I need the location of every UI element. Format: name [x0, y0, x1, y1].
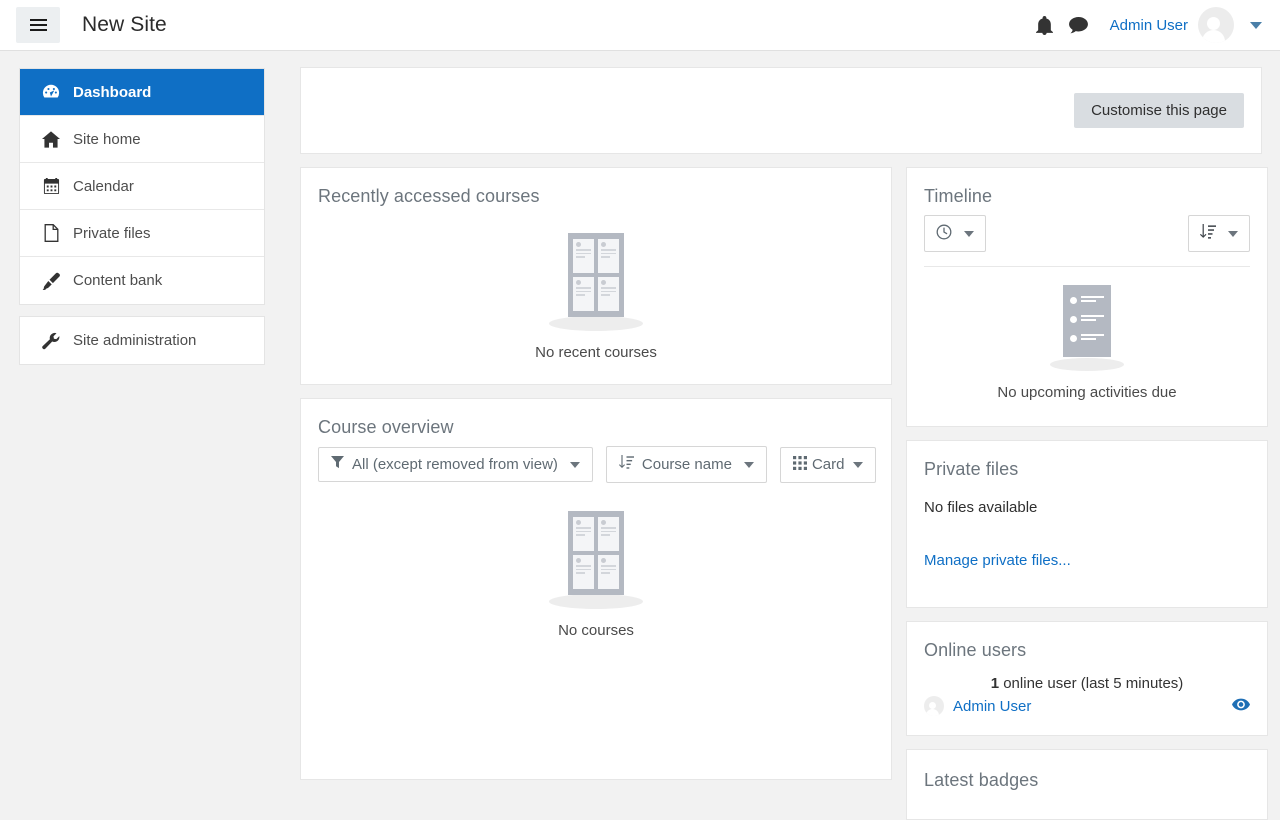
course-overview-empty-state: No courses — [318, 483, 874, 653]
timeline-date-filter-dropdown[interactable] — [924, 215, 986, 252]
timeline-empty-state: No upcoming activities due — [924, 267, 1250, 415]
site-title: New Site — [82, 13, 167, 37]
tachometer-icon — [40, 83, 62, 101]
online-users-card: Online users 1 online user (last 5 minut… — [906, 621, 1268, 736]
course-overview-toolbar: All (except removed from view) Course — [318, 446, 874, 483]
paint-brush-icon — [40, 272, 62, 290]
customise-this-page-button[interactable]: Customise this page — [1074, 93, 1244, 128]
right-column: Timeline — [906, 167, 1268, 800]
course-overview-empty-text: No courses — [558, 622, 634, 639]
online-users-count-text: online user (last 5 minutes) — [999, 675, 1183, 692]
sidebar-group-admin: Site administration — [19, 316, 265, 365]
sidebar-item-private-files[interactable]: Private files — [20, 210, 264, 257]
course-display-dropdown[interactable]: Card — [780, 447, 877, 483]
clock-icon — [936, 224, 952, 243]
course-display-label: Card — [812, 456, 845, 473]
timeline-title: Timeline — [924, 186, 1250, 207]
message-bubble-icon[interactable] — [1062, 8, 1096, 42]
course-overview-card: Course overview All (except removed from… — [300, 398, 892, 780]
course-filter-label: All (except removed from view) — [352, 456, 558, 473]
timeline-sort-dropdown[interactable] — [1188, 215, 1250, 252]
sidebar-item-label: Site administration — [73, 332, 196, 349]
main-content: Customise this page Recently accessed co… — [284, 51, 1280, 800]
sidebar-item-label: Content bank — [73, 272, 162, 289]
timeline-card: Timeline — [906, 167, 1268, 427]
private-files-title: Private files — [924, 459, 1250, 480]
manage-private-files-row: Manage private files... — [924, 552, 1250, 569]
online-users-count-number: 1 — [991, 675, 999, 692]
avatar — [924, 696, 944, 716]
latest-badges-title: Latest badges — [924, 770, 1250, 791]
chevron-down-icon — [744, 462, 754, 468]
sidebar-item-content-bank[interactable]: Content bank — [20, 257, 264, 304]
caret-down-icon[interactable] — [1250, 22, 1262, 29]
private-files-card: Private files No files available Manage … — [906, 440, 1268, 608]
sidebar-navigation: Dashboard Site home Calendar — [0, 51, 284, 800]
courses-placeholder-icon — [546, 511, 646, 609]
chevron-down-icon — [570, 462, 580, 468]
sidebar-item-label: Calendar — [73, 178, 134, 195]
online-user-name-link[interactable]: Admin User — [953, 698, 1031, 715]
sidebar-item-calendar[interactable]: Calendar — [20, 163, 264, 210]
courses-placeholder-icon — [546, 233, 646, 331]
online-users-count: 1 online user (last 5 minutes) — [924, 675, 1250, 692]
course-overview-title: Course overview — [318, 417, 874, 438]
recently-accessed-empty-text: No recent courses — [535, 344, 657, 361]
avatar-body — [1202, 30, 1225, 43]
filter-icon — [331, 456, 344, 473]
top-navbar: New Site Admin User — [0, 0, 1280, 51]
sidebar-group-primary: Dashboard Site home Calendar — [19, 68, 265, 305]
wrench-icon — [40, 332, 62, 350]
activities-placeholder-icon — [1044, 285, 1130, 371]
sidebar-item-dashboard[interactable]: Dashboard — [20, 69, 264, 116]
sort-amount-down-icon — [619, 455, 634, 474]
navbar-right-group: Admin User — [1028, 7, 1262, 43]
hamburger-icon[interactable] — [16, 7, 60, 43]
avatar[interactable] — [1198, 7, 1234, 43]
hamburger-bars — [30, 16, 47, 34]
sort-amount-down-icon — [1200, 224, 1216, 243]
left-column: Customise this page Recently accessed co… — [300, 67, 892, 800]
calendar-icon — [40, 178, 62, 195]
chevron-down-icon — [1228, 231, 1238, 237]
sidebar-item-site-administration[interactable]: Site administration — [20, 317, 264, 364]
customise-bar-card: Customise this page — [300, 67, 1262, 154]
sidebar-item-label: Site home — [73, 131, 141, 148]
manage-private-files-link[interactable]: Manage private files... — [924, 552, 1071, 569]
sidebar-item-label: Private files — [73, 225, 151, 242]
course-sort-dropdown[interactable]: Course name — [606, 446, 767, 483]
recently-accessed-courses-title: Recently accessed courses — [318, 186, 874, 207]
avatar-head — [1207, 17, 1220, 30]
course-sort-label: Course name — [642, 456, 732, 473]
recently-accessed-empty-state: No recent courses — [318, 215, 874, 375]
file-icon — [40, 224, 62, 242]
chevron-down-icon — [964, 231, 974, 237]
online-users-title: Online users — [924, 640, 1250, 661]
bell-icon[interactable] — [1028, 8, 1062, 42]
timeline-empty-text: No upcoming activities due — [997, 384, 1176, 401]
online-user-item: Admin User — [924, 696, 1250, 716]
recently-accessed-courses-card: Recently accessed courses No recent cour… — [300, 167, 892, 385]
course-filter-dropdown[interactable]: All (except removed from view) — [318, 447, 593, 482]
user-menu-name[interactable]: Admin User — [1110, 17, 1188, 34]
sidebar-item-site-home[interactable]: Site home — [20, 116, 264, 163]
latest-badges-card: Latest badges — [906, 749, 1268, 820]
home-icon — [40, 131, 62, 148]
private-files-empty-text: No files available — [924, 499, 1250, 516]
chevron-down-icon — [853, 462, 863, 468]
timeline-toolbar — [924, 215, 1250, 267]
sidebar-item-label: Dashboard — [73, 84, 151, 101]
eye-icon[interactable] — [1232, 698, 1250, 715]
grid-icon — [793, 456, 807, 474]
